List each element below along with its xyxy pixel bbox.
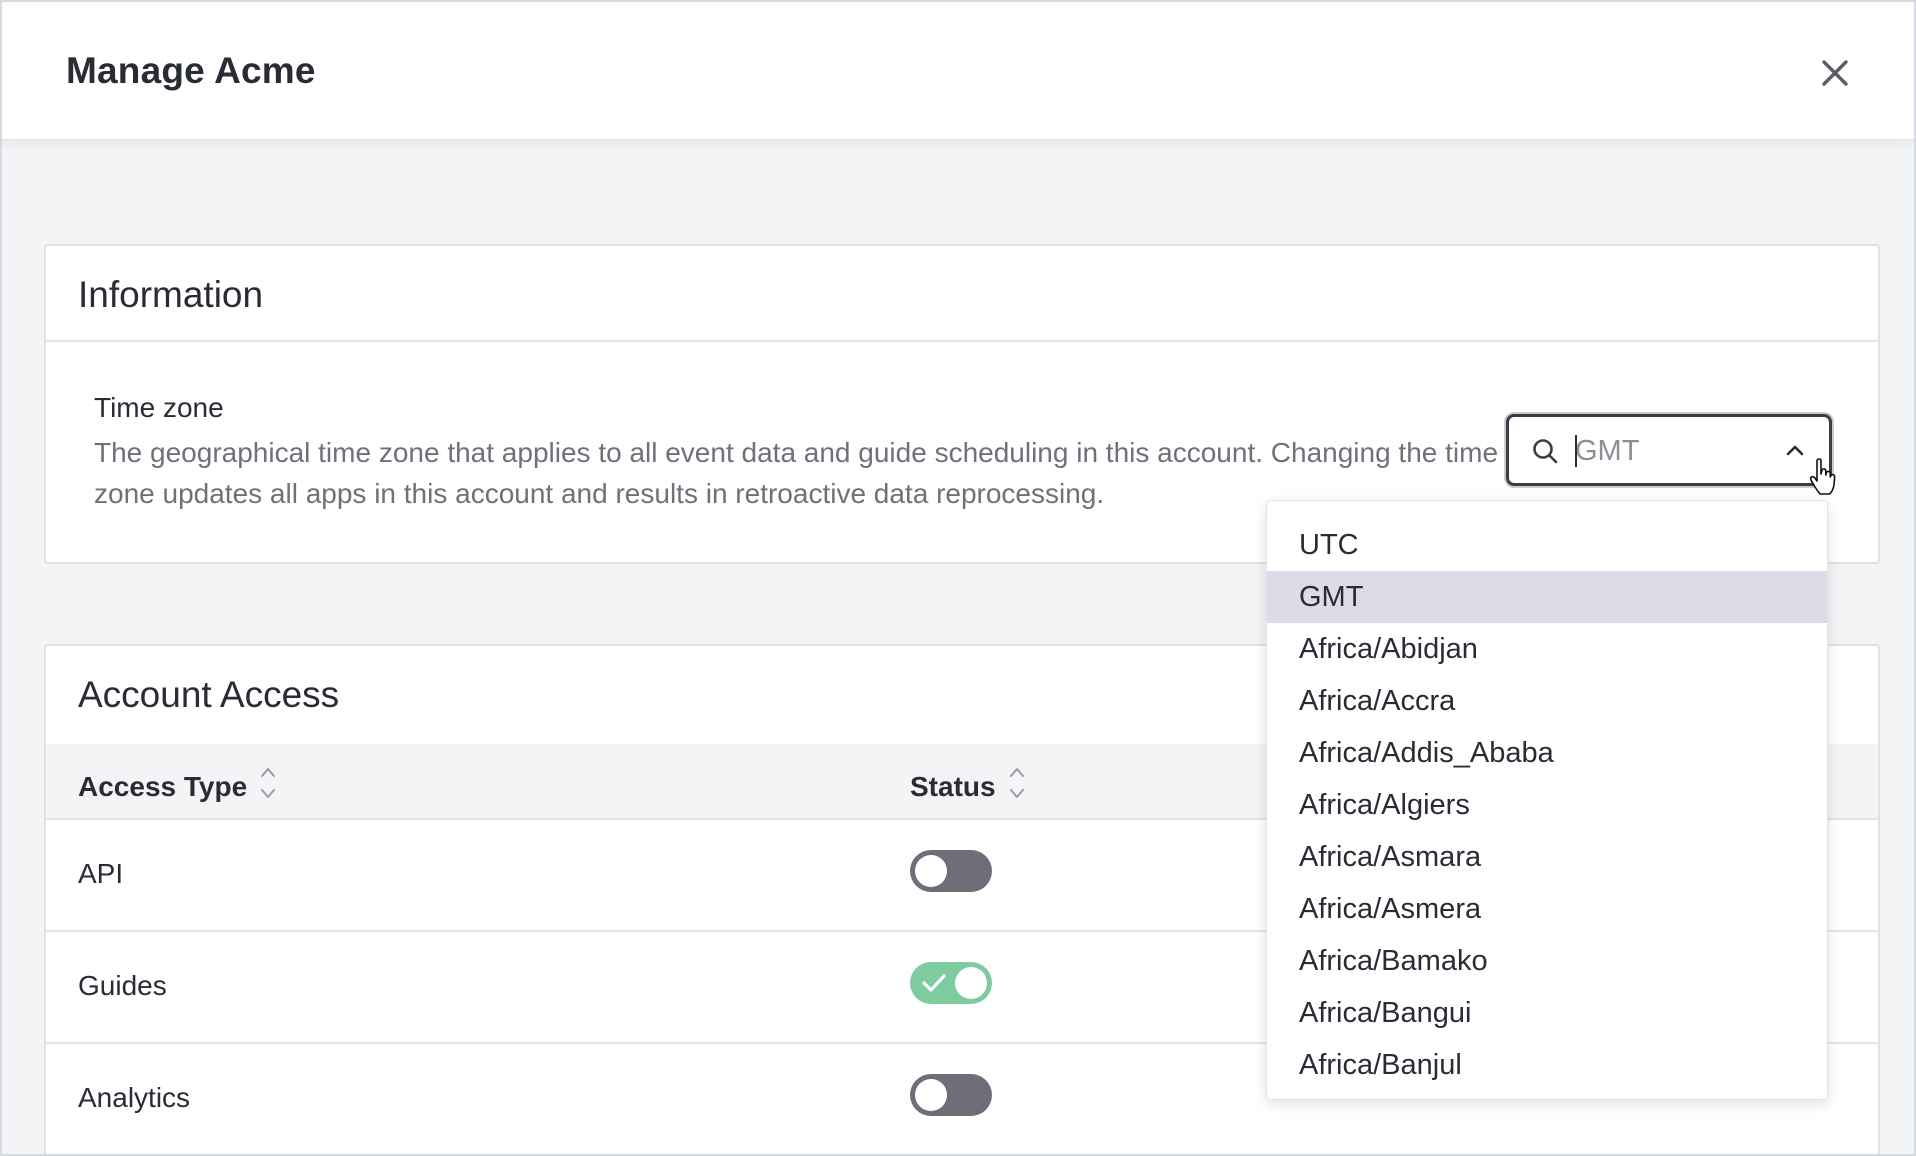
timezone-select[interactable] (1506, 414, 1832, 486)
toggle-knob (915, 1079, 947, 1111)
access-type-label: API (78, 858, 124, 889)
timezone-option[interactable]: Africa/Algiers (1267, 779, 1827, 831)
timezone-option[interactable]: Africa/Accra (1267, 675, 1827, 727)
manage-modal: Manage Acme Information Time zone The ge… (0, 0, 1916, 1156)
timezone-option[interactable]: Africa/Bamako (1267, 935, 1827, 987)
chevron-up-icon[interactable] (1785, 443, 1805, 457)
column-header-label: Access Type (78, 770, 248, 802)
close-icon (1822, 60, 1848, 86)
timezone-option[interactable]: UTC (1267, 519, 1827, 571)
timezone-search-input[interactable] (1575, 427, 1755, 475)
timezone-option[interactable]: Africa/Addis_Ababa (1267, 727, 1827, 779)
guides-toggle[interactable] (910, 962, 992, 1004)
column-header-access-type[interactable]: Access Type (78, 764, 277, 809)
search-icon (1533, 439, 1558, 464)
column-header-label: Status (910, 770, 996, 802)
timezone-label: Time zone (94, 392, 224, 423)
account-access-title: Account Access (78, 674, 340, 715)
sort-icon (1008, 764, 1026, 809)
check-icon (922, 974, 946, 992)
timezone-option[interactable]: Africa/Abidjan (1267, 623, 1827, 675)
api-toggle[interactable] (910, 850, 992, 892)
timezone-dropdown: UTC GMT Africa/Abidjan Africa/Accra Afri… (1266, 500, 1828, 1100)
divider (46, 340, 1878, 342)
text-caret (1575, 435, 1577, 467)
modal-title: Manage Acme (66, 50, 316, 91)
access-type-label: Analytics (78, 1082, 191, 1113)
timezone-option-selected[interactable]: GMT (1267, 571, 1827, 623)
timezone-option[interactable]: Africa/Bangui (1267, 987, 1827, 1039)
access-type-label: Guides (78, 970, 167, 1001)
toggle-knob (915, 855, 947, 887)
information-title: Information (78, 274, 264, 315)
sort-icon (259, 764, 277, 809)
modal-header: Manage Acme (2, 2, 1914, 140)
timezone-option[interactable]: Africa/Asmara (1267, 831, 1827, 883)
timezone-option[interactable]: Africa/Banjul (1267, 1039, 1827, 1091)
close-button[interactable] (1810, 48, 1860, 98)
analytics-toggle[interactable] (910, 1074, 992, 1116)
column-header-status[interactable]: Status (910, 764, 1026, 809)
toggle-knob (955, 967, 987, 999)
timezone-option[interactable]: Africa/Asmera (1267, 883, 1827, 935)
hand-cursor-icon (1809, 458, 1836, 495)
